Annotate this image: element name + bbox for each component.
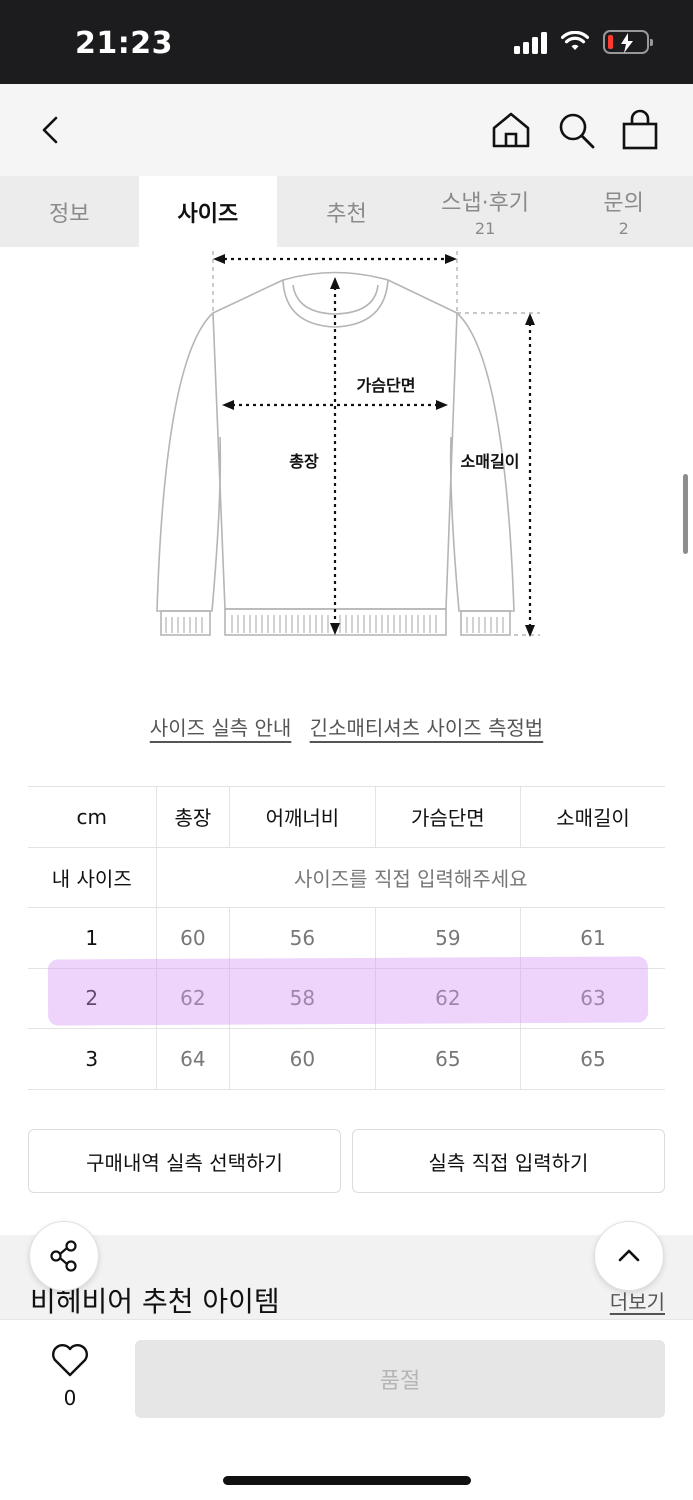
share-icon	[50, 1240, 77, 1272]
chest-label: 가슴단면	[357, 376, 416, 395]
status-bar: 21:23	[0, 0, 693, 84]
share-button[interactable]	[29, 1221, 99, 1291]
tab-label: 정보	[49, 201, 90, 227]
header-cell: 가슴단면	[375, 786, 522, 848]
sleeve-label: 소매길이	[461, 452, 520, 471]
signal-icon	[514, 30, 547, 54]
tab-snap-review[interactable]: 스냅·후기 21	[416, 176, 555, 247]
header	[0, 84, 693, 176]
search-icon[interactable]	[554, 108, 598, 152]
size-value: 60	[229, 1028, 376, 1090]
my-size-row: 내 사이즈 사이즈를 직접 입력해주세요	[28, 847, 665, 908]
like-button[interactable]: 0	[48, 1342, 92, 1410]
measure-lines	[224, 257, 532, 627]
tab-info[interactable]: 정보	[0, 176, 139, 247]
tab-label: 추천	[326, 201, 367, 227]
tab-label: 문의	[603, 191, 644, 216]
wifi-icon	[561, 31, 589, 50]
scroll-top-button[interactable]	[594, 1221, 664, 1291]
tab-label: 스냅·후기	[441, 191, 530, 216]
size-value: 62	[156, 968, 231, 1029]
purchase-history-button[interactable]: 구매내역 실측 선택하기	[28, 1129, 341, 1193]
home-indicator	[223, 1476, 471, 1485]
size-value: 60	[156, 907, 231, 969]
status-icons	[514, 30, 653, 54]
tab-label: 사이즈	[177, 201, 239, 227]
size-value: 59	[375, 907, 522, 969]
size-value: 64	[156, 1028, 231, 1090]
back-icon[interactable]	[32, 110, 72, 150]
guide-lines	[212, 251, 540, 636]
tab-count: 21	[474, 219, 496, 238]
size-value: 61	[520, 907, 665, 969]
size-value: 63	[520, 968, 665, 1029]
cart-icon[interactable]	[618, 108, 662, 152]
guide-links: 사이즈 실측 안내 긴소매티셔츠 사이즈 측정법	[0, 712, 693, 741]
header-cell: 소매길이	[520, 786, 665, 848]
heart-icon	[52, 1344, 88, 1377]
chevron-up-icon	[618, 1249, 640, 1262]
tab-recommend[interactable]: 추천	[277, 176, 416, 247]
length-label: 총장	[289, 452, 319, 471]
size-label: 3	[28, 1028, 157, 1090]
table-row: 2 62 58 62 63	[28, 968, 665, 1029]
more-link[interactable]: 더보기	[610, 1286, 665, 1315]
size-label: 1	[28, 907, 157, 969]
size-value: 65	[375, 1028, 522, 1090]
size-table: cm 총장 어깨너비 가슴단면 소매길이 내 사이즈 사이즈를 직접 입력해주세…	[28, 786, 665, 1090]
like-count: 0	[63, 1386, 77, 1410]
unit-cell: cm	[28, 786, 157, 848]
tab-bar: 정보 사이즈 추천 스냅·후기 21 문의 2	[0, 176, 693, 247]
size-label: 2	[28, 968, 157, 1029]
scrollbar[interactable]	[683, 474, 688, 554]
soldout-button[interactable]: 품절	[135, 1340, 665, 1418]
my-size-input[interactable]: 사이즈를 직접 입력해주세요	[156, 847, 665, 908]
header-cell: 총장	[156, 786, 231, 848]
status-time: 21:23	[75, 26, 173, 61]
size-value: 56	[229, 907, 376, 969]
tab-inquiry[interactable]: 문의 2	[554, 176, 693, 247]
size-diagram: 가슴단면 총장 소매길이	[156, 251, 540, 637]
home-icon[interactable]	[489, 108, 533, 152]
size-guide-link[interactable]: 사이즈 실측 안내	[150, 716, 292, 740]
table-header-row: cm 총장 어깨너비 가슴단면 소매길이	[28, 786, 665, 848]
table-row: 1 60 56 59 61	[28, 907, 665, 969]
my-size-label: 내 사이즈	[28, 847, 157, 908]
table-row: 3 64 60 65 65	[28, 1028, 665, 1090]
battery-icon	[603, 30, 653, 54]
arrow-heads	[213, 254, 535, 637]
tab-size[interactable]: 사이즈	[138, 176, 278, 247]
size-value: 62	[375, 968, 522, 1029]
size-value: 58	[229, 968, 376, 1029]
direct-input-button[interactable]: 실측 직접 입력하기	[352, 1129, 665, 1193]
tab-count: 2	[618, 219, 629, 238]
size-value: 65	[520, 1028, 665, 1090]
measure-method-link[interactable]: 긴소매티셔츠 사이즈 측정법	[310, 716, 544, 740]
header-cell: 어깨너비	[229, 786, 376, 848]
